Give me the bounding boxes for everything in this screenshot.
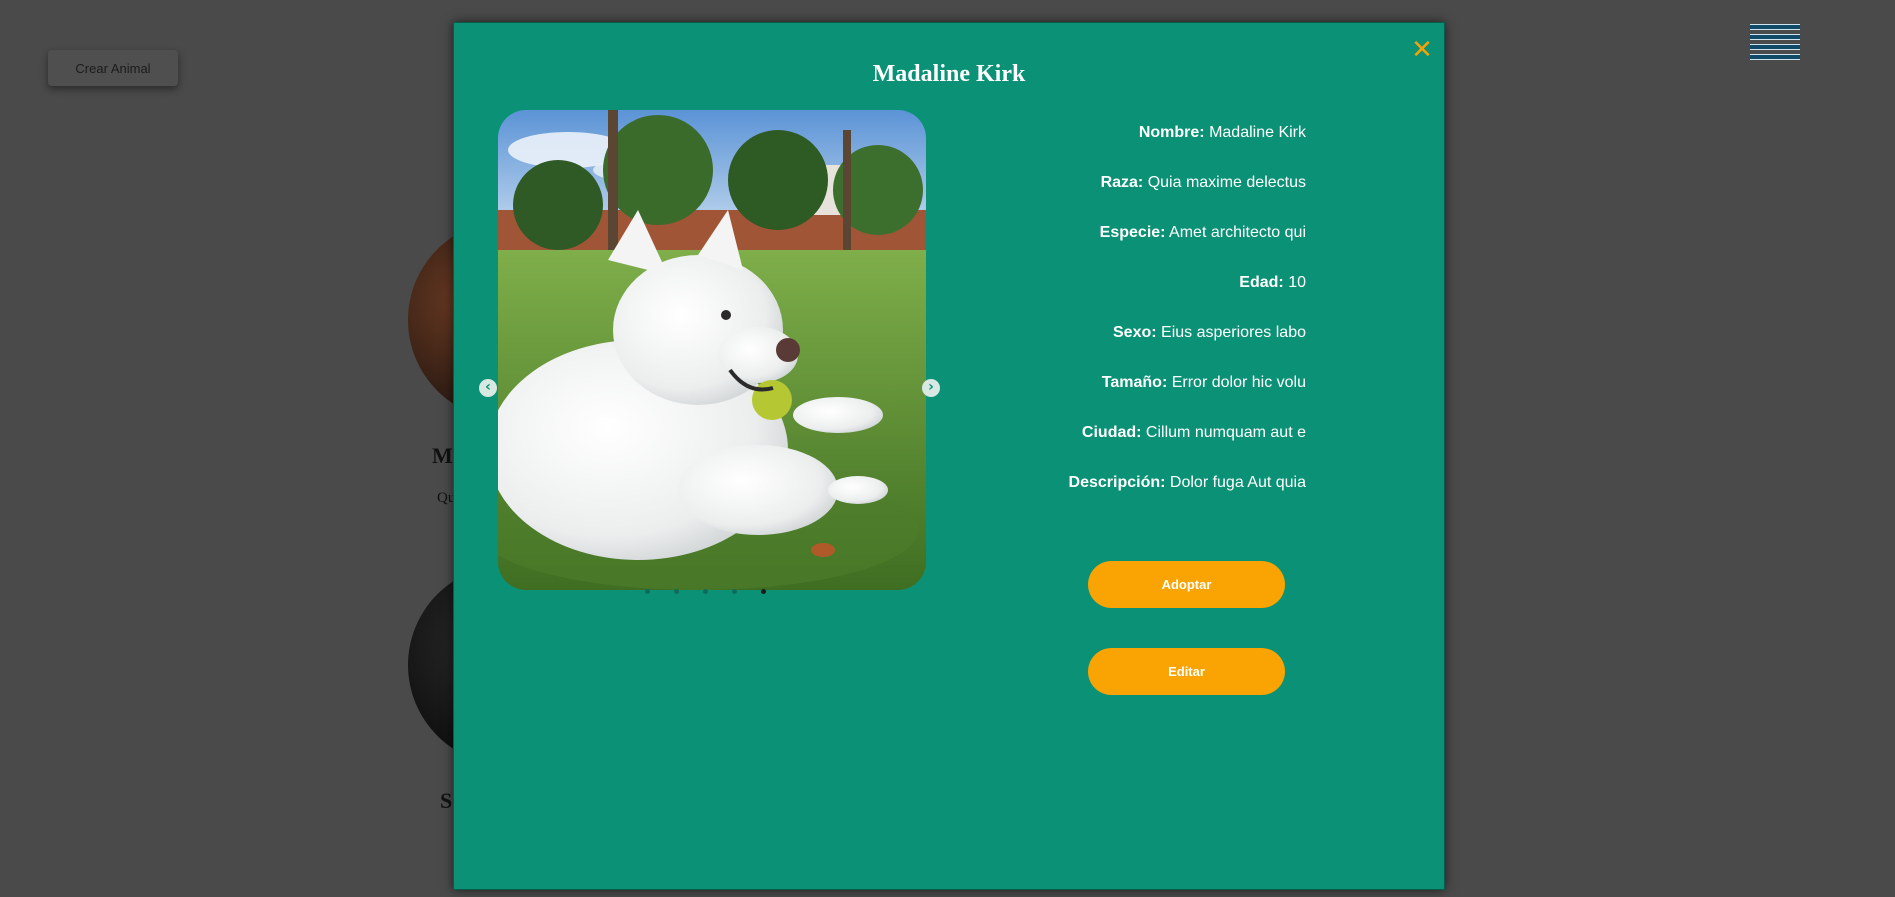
detail-sexo: Sexo: Eius asperiores labo	[1113, 324, 1306, 341]
detail-ciudad: Ciudad: Cillum numquam aut e	[1081, 424, 1306, 441]
photo-carousel: ‹ ›	[479, 110, 940, 610]
animal-details: Nombre: Madaline Kirk Raza: Quia maxime …	[934, 123, 1306, 523]
carousel-prev-icon[interactable]: ‹	[479, 379, 497, 397]
adopt-button[interactable]: Adoptar	[1088, 561, 1285, 608]
detail-especie: Especie: Amet architecto qui	[1099, 224, 1306, 241]
animal-detail-modal: ✕ Madaline Kirk ‹ › Nombre: Madaline Kir…	[453, 22, 1445, 890]
close-icon[interactable]: ✕	[1410, 37, 1434, 63]
detail-nombre: Nombre: Madaline Kirk	[1138, 124, 1306, 141]
modal-title: Madaline Kirk	[872, 61, 1026, 87]
animal-photo	[498, 110, 926, 590]
carousel-indicators	[645, 589, 766, 594]
edit-button[interactable]: Editar	[1088, 648, 1285, 695]
carousel-dot[interactable]	[703, 589, 708, 594]
animal-card-name: S	[440, 788, 453, 813]
carousel-dot[interactable]	[732, 589, 737, 594]
detail-edad: Edad: 10	[1239, 274, 1306, 291]
create-animal-button[interactable]: Crear Animal	[48, 50, 178, 86]
carousel-dot[interactable]	[645, 589, 650, 594]
animal-card-name: M	[432, 443, 453, 468]
detail-tamano: Tamaño: Error dolor hic volu	[1101, 374, 1306, 391]
detail-raza: Raza: Quia maxime delectus	[1100, 174, 1306, 191]
detail-descripcion: Descripción: Dolor fuga Aut quia	[1068, 474, 1306, 491]
carousel-dot[interactable]	[674, 589, 679, 594]
carousel-dot[interactable]	[761, 589, 766, 594]
hamburger-menu-icon[interactable]	[1750, 24, 1800, 60]
